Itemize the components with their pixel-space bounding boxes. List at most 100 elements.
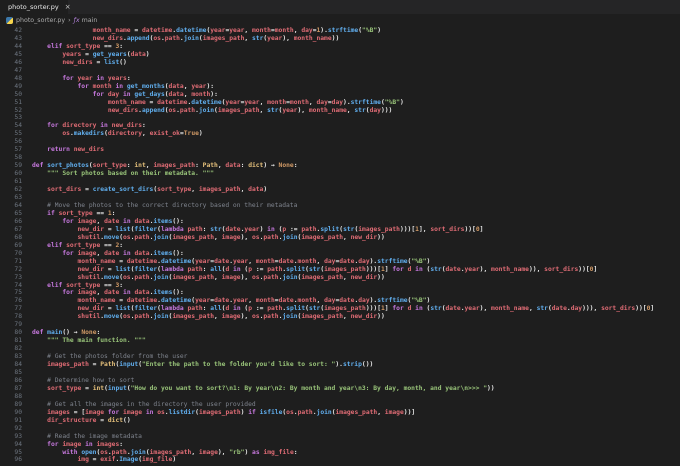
- line-number: 70: [14, 249, 22, 257]
- code-line[interactable]: 57 return new_dirs: [0, 146, 680, 154]
- code-line[interactable]: 66 for image, date in data.items():: [0, 218, 680, 226]
- code-editor[interactable]: 42 month_name = datetime.datetime(year=y…: [0, 27, 680, 464]
- code-line[interactable]: 91 dir_structure = dict(): [0, 417, 680, 425]
- code-line[interactable]: 93 # Read the image metadata: [0, 433, 680, 441]
- code-line[interactable]: 72 new_dir = list(filter(lambda path: al…: [0, 266, 680, 274]
- code-line[interactable]: 50 for day in get_days(data, month):: [0, 91, 680, 99]
- code-line[interactable]: 65 if sort_type == 1:: [0, 210, 680, 218]
- code-line[interactable]: 96 img = exif.Image(img_file): [0, 456, 680, 464]
- code-line[interactable]: 83 # Get the photos folder from the user: [0, 353, 680, 361]
- breadcrumb-file[interactable]: photo_sorter.py: [16, 17, 65, 24]
- code-line[interactable]: 87 sort_type = int(input("How do you wan…: [0, 385, 680, 393]
- code-line[interactable]: 86 # Determine how to sort: [0, 377, 680, 385]
- code-line[interactable]: 92: [0, 425, 680, 433]
- tab-photo-sorter[interactable]: photo_sorter.py ×: [0, 0, 71, 14]
- code-line[interactable]: 42 month_name = datetime.datetime(year=y…: [0, 27, 680, 35]
- line-number: 60: [14, 170, 22, 178]
- line-number: 43: [14, 34, 22, 42]
- code-line[interactable]: 70 for image, date in data.items():: [0, 250, 680, 258]
- code-line[interactable]: 59 def sort_photos(sort_type: int, images…: [0, 162, 680, 170]
- code-line[interactable]: 73 shutil.move(os.path.join(images_path,…: [0, 274, 680, 282]
- code-line[interactable]: 52 new_dirs.append(os.path.join(images_p…: [0, 107, 680, 115]
- code-text: os.makedirs(directory, exist_ok=True): [62, 130, 203, 138]
- code-text: elif sort_type == 3:: [47, 42, 124, 50]
- code-line[interactable]: 67 new_dir = list(filter(lambda path: st…: [0, 226, 680, 234]
- code-line[interactable]: 45 years = get_years(data): [0, 51, 680, 59]
- line-number: 54: [14, 122, 22, 130]
- code-text: for image in images:: [47, 440, 124, 448]
- code-line[interactable]: 51 month_name = datetime.datetime(year=y…: [0, 99, 680, 107]
- code-text: for month in get_months(data, year):: [77, 82, 215, 90]
- line-number: 79: [14, 321, 22, 329]
- line-number: 50: [14, 90, 22, 98]
- code-text: return new_dirs: [47, 146, 105, 154]
- code-line[interactable]: 88: [0, 393, 680, 401]
- line-number: 74: [14, 281, 22, 289]
- code-line[interactable]: 80 def main() → None:: [0, 329, 680, 337]
- code-text: for image, date in data.items():: [62, 217, 184, 225]
- line-number: 64: [14, 201, 22, 209]
- code-line[interactable]: 89 # Get all the images in the directory…: [0, 401, 680, 409]
- line-number: 53: [14, 114, 22, 122]
- breadcrumb-separator: ›: [68, 16, 71, 24]
- python-file-icon: [6, 16, 13, 24]
- line-number: 86: [14, 376, 22, 384]
- code-text: # Determine how to sort: [47, 376, 135, 384]
- code-line[interactable]: 84 images_path = Path(input("Enter the p…: [0, 361, 680, 369]
- code-line[interactable]: 64 # Move the photos to the correct dire…: [0, 202, 680, 210]
- tab-label: photo_sorter.py: [8, 3, 59, 11]
- line-number: 91: [14, 416, 22, 424]
- code-line[interactable]: 82: [0, 345, 680, 353]
- line-number: 78: [14, 313, 22, 321]
- code-line[interactable]: 81 """ The main function. """: [0, 337, 680, 345]
- line-number: 61: [14, 178, 22, 186]
- line-number: 69: [14, 241, 22, 249]
- line-number: 89: [14, 400, 22, 408]
- code-line[interactable]: 60 """ Sort photos based on their metada…: [0, 170, 680, 178]
- line-number: 88: [14, 392, 22, 400]
- line-number: 82: [14, 345, 22, 353]
- code-line[interactable]: 61: [0, 178, 680, 186]
- line-number: 83: [14, 353, 22, 361]
- code-line[interactable]: 94 for image in images:: [0, 441, 680, 449]
- close-icon[interactable]: ×: [65, 3, 71, 11]
- code-text: for day in get_days(data, month):: [92, 90, 218, 98]
- line-number: 63: [14, 194, 22, 202]
- code-line[interactable]: 79: [0, 321, 680, 329]
- code-text: new_dirs.append(os.path.join(images_path…: [107, 106, 393, 114]
- code-text: month_name = datetime.datetime(year=year…: [107, 98, 404, 106]
- line-number: 58: [14, 154, 22, 162]
- code-line[interactable]: 90 images = [image for image in os.listd…: [0, 409, 680, 417]
- code-text: years = get_years(data): [62, 50, 150, 58]
- code-line[interactable]: 43 new_dirs.append(os.path.join(images_p…: [0, 35, 680, 43]
- breadcrumb-symbol[interactable]: main: [82, 17, 98, 24]
- line-number: 77: [14, 305, 22, 313]
- line-number: 84: [14, 361, 22, 369]
- code-line[interactable]: 62 sort_dirs = create_sort_dirs(sort_typ…: [0, 186, 680, 194]
- code-line[interactable]: 46 new_dirs = list(): [0, 59, 680, 67]
- code-line[interactable]: 48 for year in years:: [0, 75, 680, 83]
- code-line[interactable]: 58: [0, 154, 680, 162]
- code-text: img = exif.Image(img_file): [77, 456, 177, 464]
- code-line[interactable]: 71 month_name = datetime.datetime(year=d…: [0, 258, 680, 266]
- line-number: 56: [14, 138, 22, 146]
- line-number: 76: [14, 297, 22, 305]
- code-line[interactable]: 78 shutil.move(os.path.join(images_path,…: [0, 313, 680, 321]
- code-line[interactable]: 68 shutil.move(os.path.join(images_path,…: [0, 234, 680, 242]
- line-number: 48: [14, 74, 22, 82]
- code-line[interactable]: 55 os.makedirs(directory, exist_ok=True): [0, 130, 680, 138]
- code-line[interactable]: 85: [0, 369, 680, 377]
- code-text: shutil.move(os.path.join(images_path, im…: [77, 313, 385, 321]
- code-line[interactable]: 44 elif sort_type == 3:: [0, 43, 680, 51]
- line-number: 51: [14, 98, 22, 106]
- code-text: month_name = datetime.datetime(year=date…: [77, 257, 431, 265]
- line-number: 66: [14, 217, 22, 225]
- code-line[interactable]: 47: [0, 67, 680, 75]
- tab-bar: photo_sorter.py ×: [0, 0, 680, 14]
- line-number: 65: [14, 209, 22, 217]
- code-line[interactable]: 63: [0, 194, 680, 202]
- line-number: 62: [14, 186, 22, 194]
- line-number: 57: [14, 146, 22, 154]
- code-line[interactable]: 49 for month in get_months(data, year):: [0, 83, 680, 91]
- code-line[interactable]: 69 elif sort_type == 2:: [0, 242, 680, 250]
